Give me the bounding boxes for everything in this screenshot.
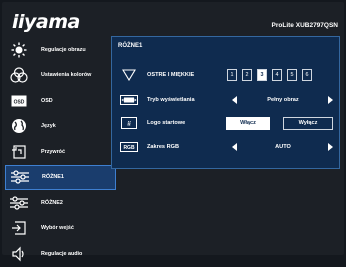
sidebar-item-label: RÓŻNE1 — [42, 174, 64, 181]
sharpness-option-selected[interactable]: 3 — [257, 69, 267, 81]
sidebar-item-color[interactable]: Ustawienia kolorów — [5, 63, 111, 89]
sliders-icon — [9, 168, 31, 186]
globe-icon — [8, 117, 30, 135]
sharpness-option[interactable]: 2 — [242, 69, 252, 81]
input-icon — [8, 219, 30, 237]
sidebar: Regulacje obrazu Ustawienia kolorów OSD … — [5, 37, 116, 267]
sidebar-item-label: Ustawienia kolorów — [41, 72, 92, 79]
panel-title: RÓŻNE1 — [118, 43, 143, 49]
display-mode-value: Pełny obraz — [267, 97, 299, 103]
sidebar-item-audio[interactable]: Regulacje audio — [5, 241, 111, 267]
sidebar-item-misc1[interactable]: RÓŻNE1 — [5, 164, 116, 190]
logo-on-button[interactable]: Włącz — [226, 116, 270, 130]
rgb-range-value: AUTO — [275, 144, 291, 150]
arrow-right-icon[interactable] — [328, 143, 333, 151]
sharpness-option[interactable]: 1 — [227, 69, 237, 81]
sidebar-item-label: Regulacje obrazu — [41, 46, 86, 53]
sidebar-item-misc2[interactable]: RÓŻNE2 — [5, 190, 111, 216]
reset-icon — [8, 143, 30, 161]
sidebar-item-language[interactable]: Język — [5, 114, 111, 140]
sharpness-option[interactable]: 4 — [272, 69, 282, 81]
row-boot-logo[interactable]: ii Logo startowe Włącz Wyłącz — [112, 112, 339, 134]
sidebar-item-label: Wybór wejść — [41, 225, 74, 232]
display-mode-label: Tryb wyświetlania — [147, 97, 195, 103]
sharpness-options: 1 2 3 4 5 6 — [227, 69, 312, 81]
sharpness-option[interactable]: 5 — [287, 69, 297, 81]
arrow-right-icon[interactable] — [328, 96, 333, 104]
sharpness-option[interactable]: 6 — [302, 69, 312, 81]
color-palette-icon — [8, 66, 30, 84]
sidebar-item-input[interactable]: Wybór wejść — [5, 216, 111, 242]
sidebar-item-label: Język — [41, 123, 56, 130]
row-display-mode[interactable]: Tryb wyświetlania Pełny obraz — [112, 89, 339, 111]
row-sharpness[interactable]: OSTRE I MIĘKKIE 1 2 3 4 5 6 — [112, 64, 339, 86]
svg-text:OSD: OSD — [14, 99, 25, 105]
sidebar-item-picture[interactable]: Regulacje obrazu — [5, 37, 111, 63]
sidebar-item-label: RÓŻNE2 — [41, 199, 63, 206]
boot-logo-label: Logo startowe — [147, 120, 186, 126]
sharpness-label: OSTRE I MIĘKKIE — [147, 72, 195, 78]
sidebar-item-label: Przywróć — [41, 148, 65, 155]
row-rgb-range[interactable]: RGB Zakres RGB AUTO — [112, 136, 339, 158]
sliders-icon — [8, 194, 30, 212]
logo-off-button[interactable]: Wyłącz — [283, 116, 333, 130]
brand-logo: iiyama — [12, 11, 80, 33]
model-name: ProLite XUB2797QSN — [271, 22, 338, 29]
rgb-icon: RGB — [120, 141, 138, 153]
settings-panel: RÓŻNE1 OSTRE I MIĘKKIE 1 2 3 4 5 6 Tryb … — [111, 36, 340, 169]
triangle-down-icon — [120, 69, 138, 81]
rgb-icon-text: RGB — [123, 145, 135, 151]
brightness-icon — [8, 41, 30, 59]
svg-text:ii: ii — [127, 122, 131, 128]
rgb-range-label: Zakres RGB — [147, 144, 180, 150]
sidebar-item-label: OSD — [41, 97, 53, 104]
arrow-left-icon[interactable] — [232, 143, 237, 151]
arrow-left-icon[interactable] — [232, 96, 237, 104]
logo-icon: ii — [120, 117, 138, 129]
osd-icon: OSD — [8, 92, 30, 110]
aspect-ratio-icon — [120, 94, 138, 106]
speaker-icon — [8, 245, 30, 263]
sidebar-item-reset[interactable]: Przywróć — [5, 139, 111, 165]
sidebar-item-osd[interactable]: OSD OSD — [5, 88, 111, 114]
sidebar-item-label: Regulacje audio — [41, 250, 83, 257]
